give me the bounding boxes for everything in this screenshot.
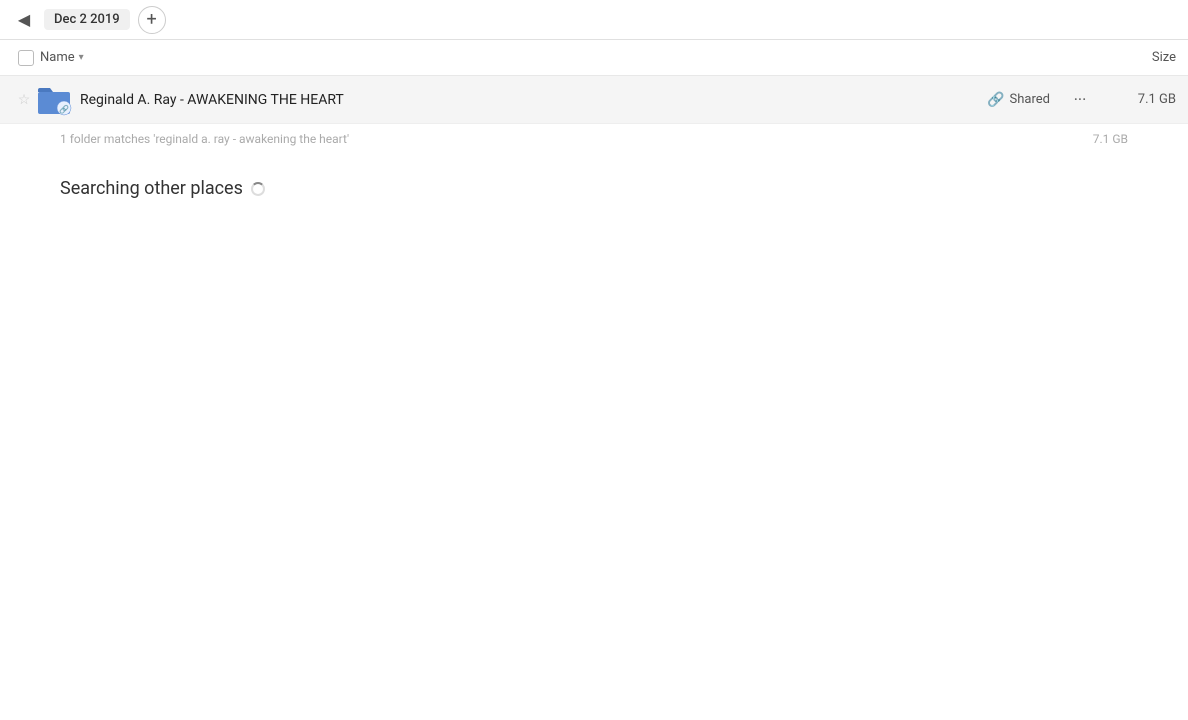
match-info-row: 1 folder matches 'reginald a. ray - awak… — [0, 124, 1188, 154]
link-icon: 🔗 — [987, 92, 1004, 108]
size-column-header: Size — [1096, 50, 1176, 65]
searching-text: Searching other places — [60, 178, 243, 199]
name-column-header[interactable]: Name ▾ — [40, 50, 1096, 65]
match-info-size: 7.1 GB — [1093, 132, 1128, 146]
breadcrumb[interactable]: Dec 2 2019 — [44, 9, 130, 30]
shared-label: Shared — [1010, 92, 1050, 107]
name-column-label: Name — [40, 50, 75, 65]
file-size: 7.1 GB — [1106, 92, 1176, 107]
shared-badge[interactable]: 🔗 Shared — [987, 92, 1050, 108]
back-button[interactable]: ◀ — [12, 8, 36, 32]
svg-text:🔗: 🔗 — [59, 104, 69, 114]
sort-chevron-icon: ▾ — [79, 52, 84, 63]
loading-spinner — [251, 182, 265, 196]
searching-section: Searching other places — [0, 154, 1188, 223]
file-icon: 🔗 — [36, 82, 72, 118]
star-icon[interactable]: ☆ — [12, 92, 36, 108]
file-row[interactable]: ☆ 🔗 Reginald A. Ray - AWAKENING THE HEAR… — [0, 76, 1188, 124]
top-bar: ◀ Dec 2 2019 + — [0, 0, 1188, 40]
add-button[interactable]: + — [138, 6, 166, 34]
column-header-row: Name ▾ Size — [0, 40, 1188, 76]
select-all-checkbox[interactable] — [12, 50, 40, 66]
checkbox[interactable] — [18, 50, 34, 66]
more-options-button[interactable]: ··· — [1066, 86, 1094, 114]
match-info-text: 1 folder matches 'reginald a. ray - awak… — [60, 132, 349, 146]
file-name[interactable]: Reginald A. Ray - AWAKENING THE HEART — [80, 92, 987, 108]
searching-label: Searching other places — [60, 178, 1128, 199]
